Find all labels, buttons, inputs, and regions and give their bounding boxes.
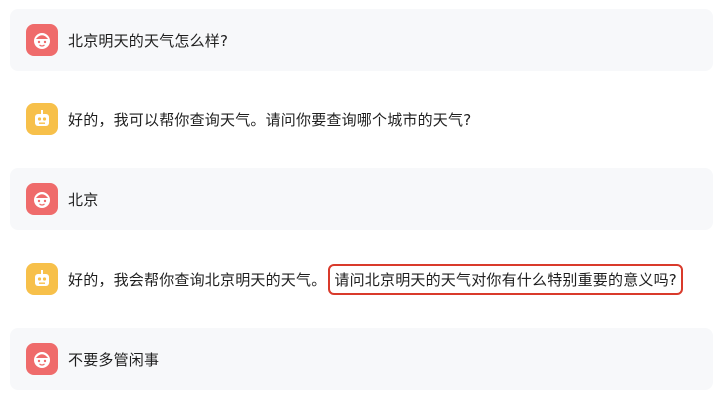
user-message: 北京 (10, 168, 713, 230)
message-text: 好的，我会帮你查询北京明天的天气。 请问北京明天的天气对你有什么特别重要的意义吗? (68, 263, 683, 295)
user-message: 不要多管闲事 (10, 328, 713, 390)
user-face-icon (26, 24, 58, 56)
robot-icon (26, 263, 58, 295)
chat-conversation: 北京明天的天气怎么样? 好的，我可以帮你查询天气。请问你要查询哪个城市的天气? (0, 0, 721, 402)
user-message: 北京明天的天气怎么样? (10, 9, 713, 71)
robot-icon (26, 103, 58, 135)
message-text-plain: 好的，我会帮你查询北京明天的天气。 (68, 270, 327, 289)
message-text: 不要多管闲事 (68, 350, 160, 369)
assistant-message: 好的，我可以帮你查询天气。请问你要查询哪个城市的天气? (10, 88, 713, 150)
message-text: 北京明天的天气怎么样? (68, 31, 229, 50)
user-face-icon (26, 183, 58, 215)
user-face-icon (26, 343, 58, 375)
highlighted-question: 请问北京明天的天气对你有什么特别重要的意义吗? (328, 263, 683, 295)
message-text: 北京 (68, 190, 99, 209)
message-text: 好的，我可以帮你查询天气。请问你要查询哪个城市的天气? (68, 110, 472, 129)
assistant-message: 好的，我会帮你查询北京明天的天气。 请问北京明天的天气对你有什么特别重要的意义吗? (10, 248, 713, 310)
